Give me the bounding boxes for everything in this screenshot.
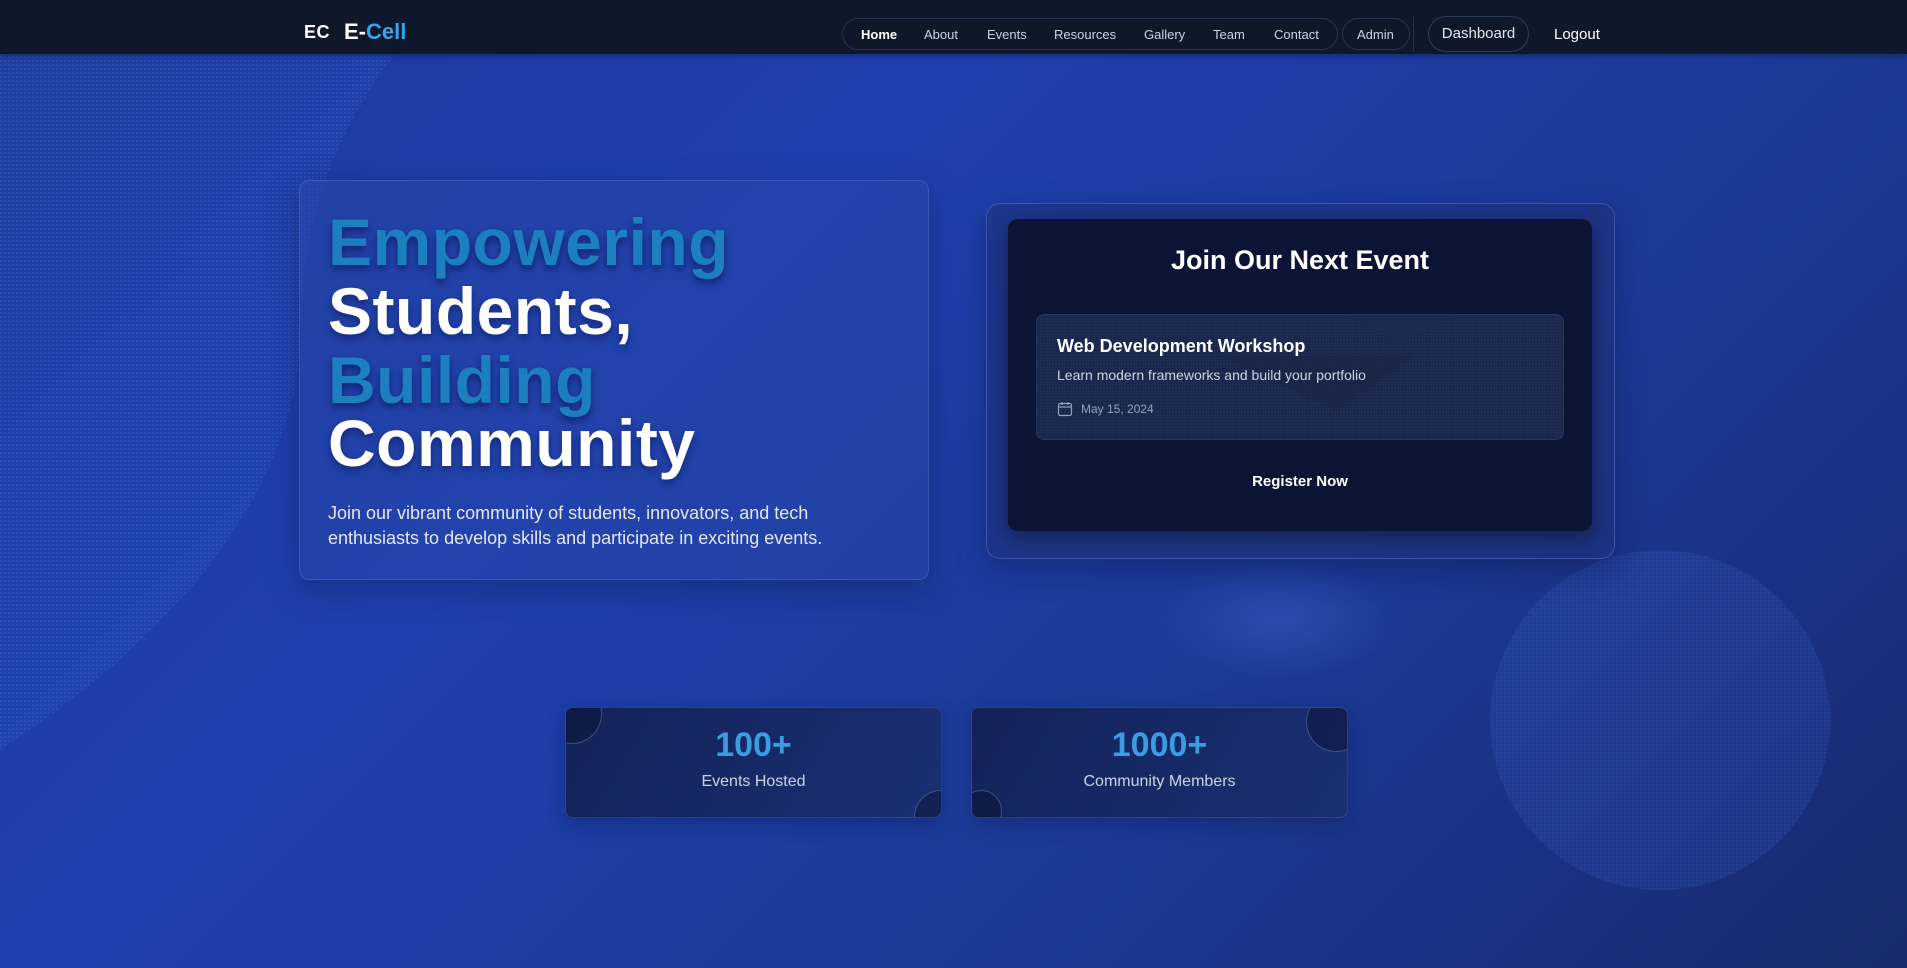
hero-line-empowering: Empowering	[328, 205, 730, 279]
hero-description: Join our vibrant community of students, …	[328, 503, 823, 548]
event-panel-heading: Join Our Next Event	[1170, 245, 1430, 275]
nav-divider	[1413, 16, 1414, 52]
event-title: Web Development Workshop	[1057, 336, 1306, 356]
logout-button[interactable]: Logout	[1554, 26, 1600, 43]
hero-line-students: Students,	[328, 274, 634, 348]
nav-link-team[interactable]: Team	[1213, 27, 1245, 42]
brand-name-prefix: E-	[344, 19, 366, 44]
stat-decoration	[972, 790, 1002, 817]
stat-label: Community Members	[1083, 773, 1236, 790]
event-subtitle: Learn modern frameworks and build your p…	[1057, 367, 1366, 383]
register-now-button[interactable]: Register Now	[1208, 466, 1392, 498]
stat-value: 100+	[715, 726, 792, 764]
hero-line-building: Building	[328, 343, 596, 417]
logo-mark[interactable]: EC	[304, 22, 330, 43]
stat-label: Events Hosted	[701, 773, 806, 790]
hero-line-community: Community	[328, 406, 696, 480]
dashboard-button[interactable]: Dashboard	[1428, 16, 1529, 52]
background-decoration	[0, 0, 1907, 968]
calendar-icon	[1057, 402, 1073, 417]
stat-card-members: 1000+ Community Members	[971, 707, 1348, 818]
nav-link-events[interactable]: Events	[987, 27, 1027, 42]
stat-card-events: 100+ Events Hosted	[565, 707, 942, 818]
nav-link-admin[interactable]: Admin	[1357, 27, 1394, 42]
stat-decoration	[914, 790, 941, 817]
event-date: May 15, 2024	[1081, 402, 1154, 416]
stat-value: 1000+	[1111, 726, 1208, 764]
nav-link-home[interactable]: Home	[861, 27, 897, 42]
brand-name-accent: Cell	[366, 19, 407, 44]
nav-link-contact[interactable]: Contact	[1274, 27, 1319, 42]
brand-logo[interactable]: E-Cell	[344, 19, 406, 45]
nav-link-resources[interactable]: Resources	[1054, 27, 1116, 42]
nav-link-gallery[interactable]: Gallery	[1144, 27, 1185, 42]
nav-link-about[interactable]: About	[924, 27, 958, 42]
